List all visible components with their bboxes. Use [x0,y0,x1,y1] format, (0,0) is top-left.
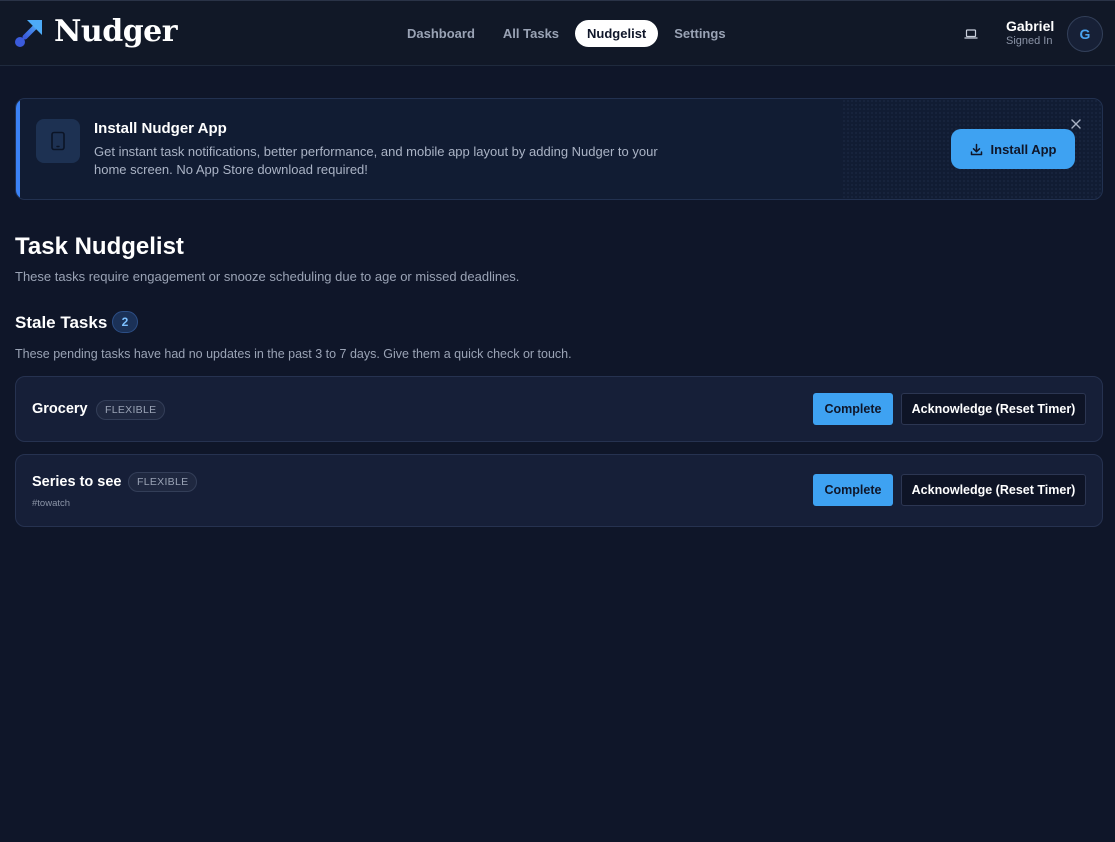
stale-count-badge: 2 [112,311,138,333]
tab-settings[interactable]: Settings [662,20,737,47]
banner-icon-box [36,119,80,163]
tablet-icon [51,131,65,151]
tab-nudgelist[interactable]: Nudgelist [575,20,659,47]
top-header: Nudger Dashboard All Tasks Nudgelist Set… [0,0,1115,66]
acknowledge-button[interactable]: Acknowledge (Reset Timer) [901,474,1086,506]
user-info: Gabriel Signed In [1006,18,1056,48]
tab-dashboard[interactable]: Dashboard [395,20,487,47]
banner-description: Get instant task notifications, better p… [94,144,658,177]
complete-button[interactable]: Complete [813,474,893,506]
page-subtitle: These tasks require engagement or snooze… [15,269,520,284]
install-banner: Install Nudger App Get instant task noti… [15,98,1103,200]
app-logo[interactable]: Nudger [14,14,178,50]
complete-button[interactable]: Complete [813,393,893,425]
user-status: Signed In [1006,35,1053,47]
app-name: Nudger [54,14,178,49]
user-name: Gabriel [1006,18,1055,34]
download-icon [970,143,982,155]
tab-all-tasks[interactable]: All Tasks [491,20,571,47]
avatar[interactable]: G [1067,16,1103,52]
section-title-stale: Stale Tasks [15,313,108,332]
install-app-label: Install App [990,141,1057,157]
task-type-badge: FLEXIBLE [96,400,166,420]
task-name: Series to see [32,474,122,490]
banner-accent-bar [16,99,20,199]
install-app-button[interactable]: Install App [951,129,1075,169]
acknowledge-button[interactable]: Acknowledge (Reset Timer) [901,393,1086,425]
task-name: Grocery [32,401,88,417]
task-tag: #towatch [32,498,71,509]
page-title: Task Nudgelist [15,233,184,260]
close-icon[interactable] [1069,117,1083,131]
task-card: Series to see FLEXIBLE #towatch Complete… [15,454,1103,527]
main-nav: Dashboard All Tasks Nudgelist Settings [395,20,742,47]
task-type-badge: FLEXIBLE [128,472,198,492]
arrow-up-right-icon [15,20,42,47]
section-description: These pending tasks have had no updates … [15,347,572,361]
laptop-icon[interactable] [964,27,978,41]
task-card: Grocery FLEXIBLE Complete Acknowledge (R… [15,376,1103,442]
banner-title: Install Nudger App [94,120,227,137]
